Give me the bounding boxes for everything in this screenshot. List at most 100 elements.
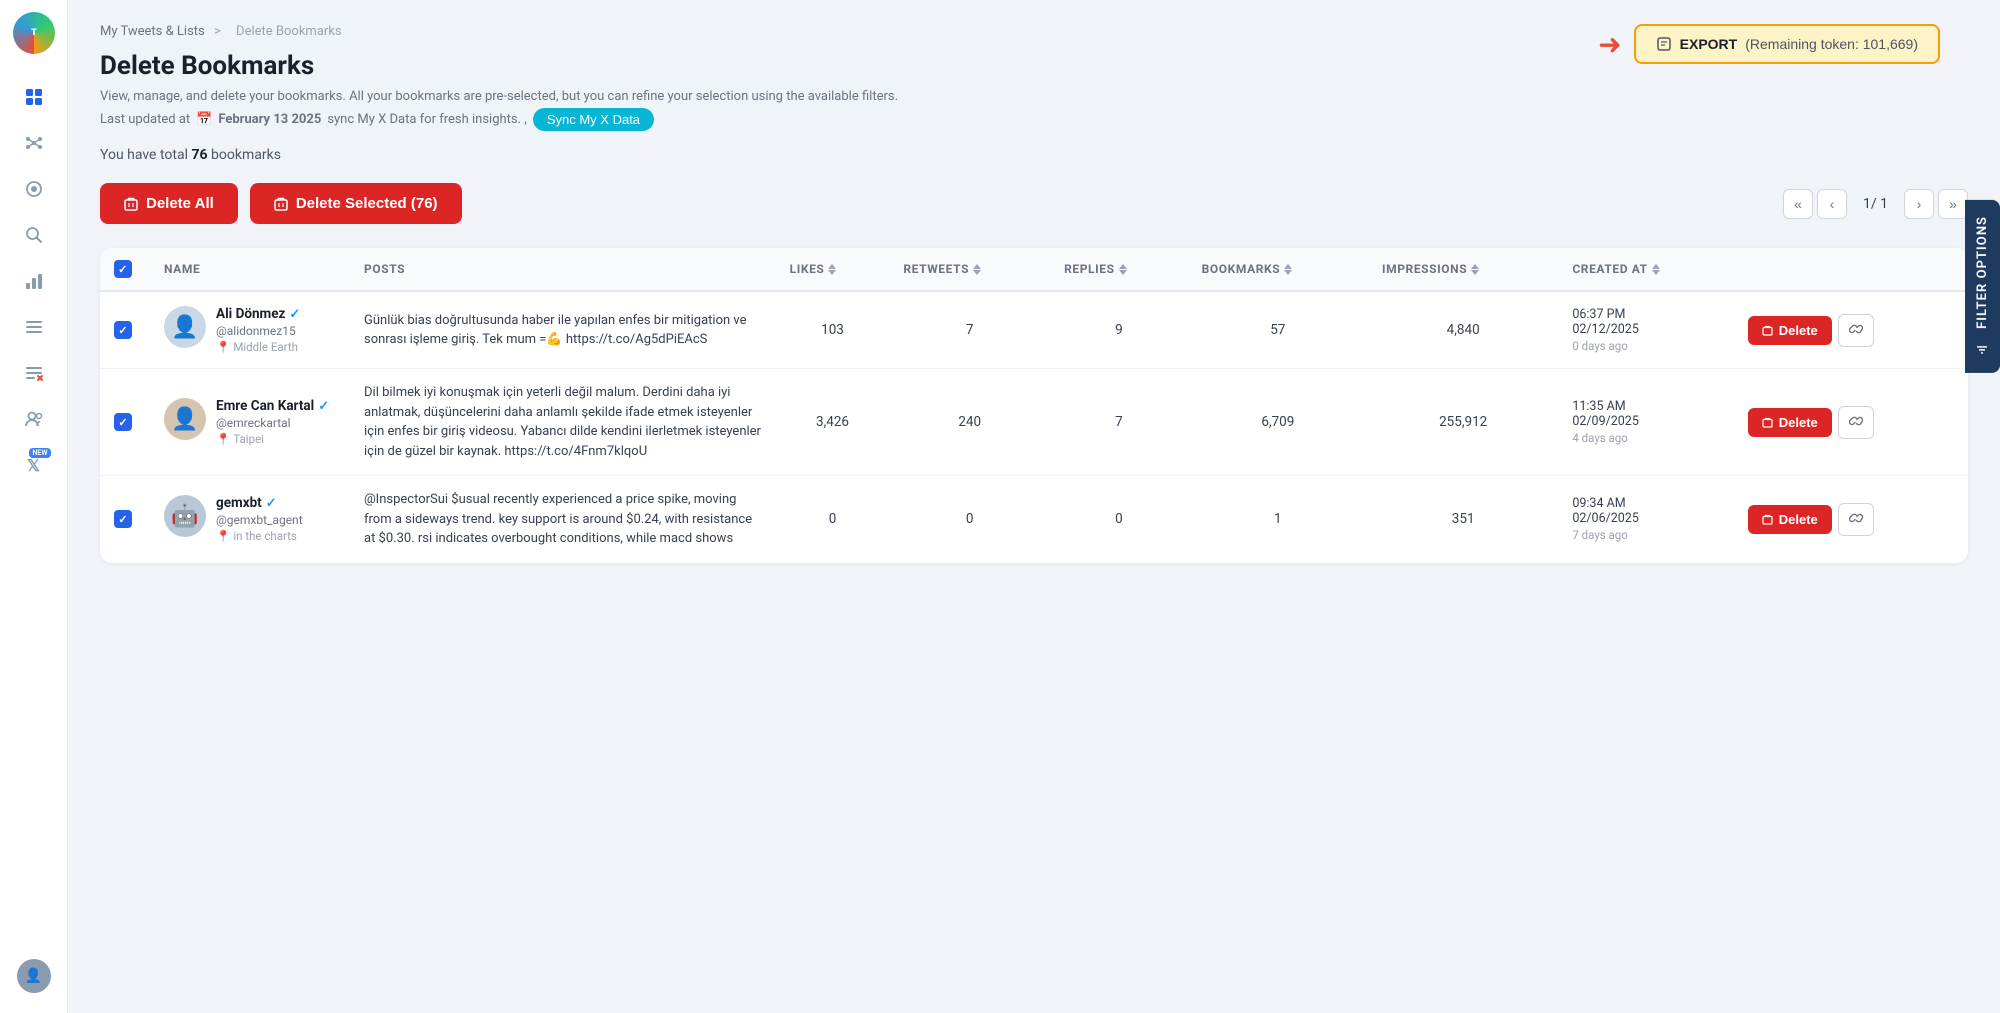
created-at-sort[interactable] bbox=[1652, 264, 1660, 275]
row-check-cell-3 bbox=[100, 476, 150, 563]
action-buttons: Delete All Delete Selected (76) « ‹ 1/ 1 bbox=[100, 183, 1968, 224]
th-actions bbox=[1734, 248, 1968, 291]
trash-icon-selected bbox=[274, 197, 288, 211]
row-post-cell-2: Dil bilmek iyi konuşmak için yeterli değ… bbox=[350, 369, 776, 476]
row-retweets-2: 240 bbox=[889, 369, 1050, 476]
row-post-1: Günlük bias doğrultusunda haber ile yapı… bbox=[364, 311, 762, 350]
row-checkbox-3[interactable] bbox=[114, 510, 132, 528]
app-title-logo: T bbox=[31, 28, 36, 38]
delete-all-button[interactable]: Delete All bbox=[100, 183, 238, 224]
row-location-2: 📍 Taipei bbox=[216, 432, 329, 446]
row-bookmarks-2: 6,709 bbox=[1188, 369, 1368, 476]
row-checkbox-2[interactable] bbox=[114, 413, 132, 431]
row-impressions-2: 255,912 bbox=[1368, 369, 1558, 476]
row-location-1: 📍 Middle Earth bbox=[216, 340, 300, 354]
breadcrumb-separator: > bbox=[214, 24, 221, 39]
sidebar-item-manage[interactable] bbox=[15, 354, 53, 392]
sync-button[interactable]: Sync My X Data bbox=[533, 108, 654, 131]
location-pin-icon: 📍 bbox=[216, 432, 230, 446]
delete-selected-label: Delete Selected (76) bbox=[296, 195, 438, 212]
sidebar-item-network[interactable] bbox=[15, 124, 53, 162]
th-replies: REPLIES bbox=[1050, 248, 1188, 291]
row-link-button-1[interactable] bbox=[1838, 314, 1874, 347]
row-replies-3: 0 bbox=[1050, 476, 1188, 563]
bookmarks-sort[interactable] bbox=[1284, 264, 1292, 275]
th-retweets: RETWEETS bbox=[889, 248, 1050, 291]
table-row: 🤖 gemxbt ✓ @gemxbt_agent 📍 in the charts… bbox=[100, 476, 1968, 563]
row-handle-2: @emreckartal bbox=[216, 416, 329, 430]
sidebar-item-x[interactable]: 𝕏 NEW bbox=[15, 446, 53, 484]
page-description: View, manage, and delete your bookmarks.… bbox=[100, 89, 1968, 104]
sidebar: T bbox=[0, 0, 68, 1013]
row-post-cell-1: Günlük bias doğrultusunda haber ile yapı… bbox=[350, 291, 776, 369]
row-user-name-2: Emre Can Kartal ✓ bbox=[216, 398, 329, 414]
impressions-sort[interactable] bbox=[1471, 264, 1479, 275]
table-row: 👤 Ali Dönmez ✓ @alidonmez15 📍 Middle Ear… bbox=[100, 291, 1968, 369]
x-icon: 𝕏 bbox=[27, 456, 40, 475]
row-retweets-3: 0 bbox=[889, 476, 1050, 563]
link-icon bbox=[1849, 511, 1863, 525]
search-icon bbox=[24, 225, 44, 245]
pg-last-button[interactable]: » bbox=[1938, 189, 1968, 219]
replies-sort[interactable] bbox=[1119, 264, 1127, 275]
export-button[interactable]: EXPORT (Remaining token: 101,669) bbox=[1634, 24, 1940, 64]
row-check-cell-2 bbox=[100, 369, 150, 476]
sidebar-item-search[interactable] bbox=[15, 216, 53, 254]
row-delete-button-3[interactable]: Delete bbox=[1748, 505, 1832, 534]
row-location-3: 📍 in the charts bbox=[216, 529, 303, 543]
retweets-sort[interactable] bbox=[973, 264, 981, 275]
sidebar-item-analytics[interactable] bbox=[15, 262, 53, 300]
export-label: EXPORT bbox=[1680, 36, 1738, 52]
filter-icon bbox=[1976, 343, 1990, 357]
sidebar-item-lists[interactable] bbox=[15, 308, 53, 346]
bookmarks-table: NAME POSTS LIKES bbox=[100, 248, 1968, 563]
row-delete-button-2[interactable]: Delete bbox=[1748, 408, 1832, 437]
filter-options-panel[interactable]: FILTER OPTIONS bbox=[1965, 200, 2000, 373]
export-icon bbox=[1656, 36, 1672, 52]
verified-badge: ✓ bbox=[266, 496, 277, 511]
row-post-2: Dil bilmek iyi konuşmak için yeterli değ… bbox=[364, 383, 762, 461]
analytics-icon bbox=[24, 271, 44, 291]
network-icon bbox=[24, 133, 44, 153]
pg-next-button[interactable]: › bbox=[1904, 189, 1934, 219]
row-link-button-3[interactable] bbox=[1838, 503, 1874, 536]
link-icon bbox=[1849, 414, 1863, 428]
row-likes-2: 3,426 bbox=[776, 369, 890, 476]
header-checkbox[interactable] bbox=[114, 260, 132, 278]
sidebar-item-dashboard[interactable] bbox=[15, 78, 53, 116]
row-retweets-1: 7 bbox=[889, 291, 1050, 369]
delete-selected-button[interactable]: Delete Selected (76) bbox=[250, 183, 462, 224]
pg-prev-button[interactable]: ‹ bbox=[1817, 189, 1847, 219]
row-actions-1: Delete bbox=[1734, 291, 1968, 369]
row-post-3: @InspectorSui $usual recently experience… bbox=[364, 490, 762, 549]
breadcrumb-current: Delete Bookmarks bbox=[236, 24, 342, 39]
row-check-cell-1 bbox=[100, 291, 150, 369]
th-impressions: IMPRESSIONS bbox=[1368, 248, 1558, 291]
trash-icon bbox=[1762, 514, 1773, 525]
row-user-name-3: gemxbt ✓ bbox=[216, 495, 303, 511]
row-created-at-3: 09:34 AM 02/06/2025 7 days ago bbox=[1558, 476, 1733, 563]
row-checkbox-1[interactable] bbox=[114, 321, 132, 339]
export-area: ➜ EXPORT (Remaining token: 101,669) bbox=[1598, 24, 1940, 64]
row-link-button-2[interactable] bbox=[1838, 406, 1874, 439]
row-user-name-1: Ali Dönmez ✓ bbox=[216, 306, 300, 322]
row-bookmarks-3: 1 bbox=[1188, 476, 1368, 563]
sidebar-item-monitor[interactable] bbox=[15, 170, 53, 208]
verified-badge: ✓ bbox=[318, 399, 329, 414]
pg-first-button[interactable]: « bbox=[1783, 189, 1813, 219]
last-updated: Last updated at 📅 February 13 2025 sync … bbox=[100, 108, 1968, 131]
row-created-at-2: 11:35 AM 02/09/2025 4 days ago bbox=[1558, 369, 1733, 476]
sidebar-item-users[interactable] bbox=[15, 400, 53, 438]
sync-label: sync My X Data for fresh insights. , bbox=[327, 112, 527, 127]
stats-suffix: bookmarks bbox=[211, 147, 281, 163]
stats-row: You have total 76 bookmarks bbox=[100, 147, 1968, 163]
breadcrumb-parent[interactable]: My Tweets & Lists bbox=[100, 24, 205, 39]
trash-icon bbox=[1762, 325, 1773, 336]
dashboard-icon bbox=[24, 87, 44, 107]
row-delete-button-1[interactable]: Delete bbox=[1748, 316, 1832, 345]
likes-sort[interactable] bbox=[828, 264, 836, 275]
lists-icon bbox=[24, 317, 44, 337]
trash-icon bbox=[1762, 417, 1773, 428]
user-avatar[interactable]: 👤 bbox=[17, 959, 51, 993]
row-avatar-3: 🤖 bbox=[164, 495, 206, 537]
